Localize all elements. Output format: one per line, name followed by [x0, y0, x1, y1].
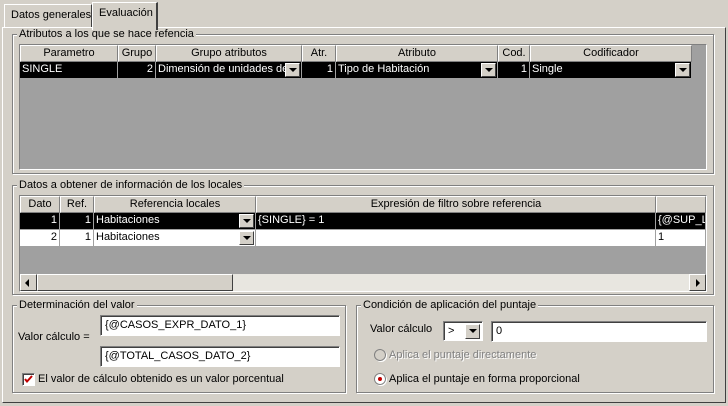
- chevron-down-icon[interactable]: [675, 63, 690, 77]
- horizontal-scrollbar[interactable]: [20, 274, 706, 291]
- cell-codificador-text: Single: [532, 63, 563, 75]
- cell-referencia-text: Habitaciones: [96, 214, 160, 226]
- chevron-down-icon[interactable]: [239, 231, 254, 245]
- table-row[interactable]: SINGLE 2 Dimensión de unidades de 1 Tipo…: [20, 62, 692, 79]
- header-dato[interactable]: Dato: [20, 196, 60, 213]
- operator-select[interactable]: >: [443, 321, 483, 341]
- header-expresion-filtro[interactable]: Expresión de filtro sobre referencia: [256, 196, 656, 213]
- percent-checkbox-label[interactable]: El valor de cálculo obtenido es un valor…: [38, 373, 284, 386]
- header-codificador[interactable]: Codificador: [530, 45, 692, 62]
- cell-referencia-text: Habitaciones: [96, 231, 160, 243]
- cell-atributo[interactable]: Tipo de Habitación: [336, 62, 498, 79]
- percent-checkbox[interactable]: [22, 373, 35, 386]
- condicion-group-title: Condición de aplicación del puntaje: [361, 299, 539, 312]
- cell-parametro[interactable]: SINGLE: [20, 62, 118, 79]
- condicion-value-input[interactable]: 0: [491, 321, 707, 342]
- cell-dato[interactable]: 1: [20, 213, 60, 230]
- header-extra[interactable]: [656, 196, 706, 213]
- header-atr[interactable]: Atr.: [302, 45, 336, 62]
- cell-expresion[interactable]: {SINGLE} = 1: [256, 213, 656, 230]
- cell-grupo-atributos[interactable]: Dimensión de unidades de: [156, 62, 302, 79]
- tab-label: Datos generales: [11, 9, 92, 21]
- locales-group: Datos a obtener de información de los lo…: [12, 179, 714, 295]
- locales-group-title: Datos a obtener de información de los lo…: [17, 179, 245, 192]
- tab-datos-generales[interactable]: Datos generales: [4, 4, 92, 27]
- table-row[interactable]: 1 1 Habitaciones {SINGLE} = 1 {@SUP_L: [20, 213, 706, 230]
- header-parametro[interactable]: Parametro: [20, 45, 118, 62]
- scrollbar-thumb[interactable]: [37, 274, 233, 291]
- header-grupo-atributos[interactable]: Grupo atributos: [156, 45, 302, 62]
- header-cod[interactable]: Cod.: [498, 45, 530, 62]
- cell-referencia[interactable]: Habitaciones: [94, 230, 256, 247]
- check-mark-icon: [24, 375, 33, 384]
- condicion-group: Condición de aplicación del puntaje Valo…: [356, 299, 714, 393]
- header-referencia-locales[interactable]: Referencia locales: [94, 196, 256, 213]
- tab-label: Evaluación: [99, 7, 153, 19]
- chevron-down-icon[interactable]: [465, 324, 480, 339]
- attributes-grid: Parametro Grupo Grupo atributos Atr. Atr…: [19, 44, 707, 170]
- cell-expresion[interactable]: [256, 230, 656, 247]
- header-grupo[interactable]: Grupo: [118, 45, 156, 62]
- determinacion-group-title: Determinación del valor: [17, 299, 137, 312]
- attributes-group: Atributos a los que se hace refencia Par…: [12, 28, 714, 174]
- table-row[interactable]: 2 1 Habitaciones 1: [20, 230, 706, 247]
- cell-codificador[interactable]: Single: [530, 62, 692, 79]
- scroll-right-arrow-icon[interactable]: [689, 274, 706, 291]
- operator-value: >: [448, 325, 455, 337]
- attributes-header-row: Parametro Grupo Grupo atributos Atr. Atr…: [20, 45, 692, 62]
- radio-direct[interactable]: [374, 349, 386, 361]
- condicion-valor-label: Valor cálculo: [370, 323, 433, 335]
- radio-proportional[interactable]: [374, 373, 386, 385]
- cell-extra[interactable]: 1: [656, 230, 706, 247]
- cell-dato[interactable]: 2: [20, 230, 60, 247]
- cell-cod[interactable]: 1: [498, 62, 530, 79]
- cell-atributo-text: Tipo de Habitación: [338, 63, 430, 75]
- locales-header-row: Dato Ref. Referencia locales Expresión d…: [20, 196, 706, 213]
- chevron-down-icon[interactable]: [239, 214, 254, 228]
- locales-grid: Dato Ref. Referencia locales Expresión d…: [19, 195, 707, 292]
- cell-ref[interactable]: 1: [60, 213, 94, 230]
- determinacion-group: Determinación del valor Valor cálculo = …: [12, 299, 346, 393]
- cell-referencia[interactable]: Habitaciones: [94, 213, 256, 230]
- header-ref[interactable]: Ref.: [60, 196, 94, 213]
- cell-atr[interactable]: 1: [302, 62, 336, 79]
- valor-calculo-label: Valor cálculo =: [18, 331, 90, 343]
- radio-proportional-label[interactable]: Aplica el puntaje en forma proporcional: [389, 373, 580, 386]
- cell-ref[interactable]: 1: [60, 230, 94, 247]
- header-atributo[interactable]: Atributo: [336, 45, 498, 62]
- chevron-down-icon[interactable]: [285, 63, 300, 77]
- scroll-left-arrow-icon[interactable]: [20, 274, 37, 291]
- cell-grupo-atributos-text: Dimensión de unidades de: [158, 63, 289, 75]
- radio-selected-dot-icon: [378, 377, 382, 381]
- cell-grupo[interactable]: 2: [118, 62, 156, 79]
- numerator-input[interactable]: {@CASOS_EXPR_DATO_1}: [100, 315, 340, 336]
- radio-direct-label[interactable]: Aplica el puntaje directamente: [389, 349, 536, 362]
- tab-evaluacion[interactable]: Evaluación: [92, 2, 158, 30]
- cell-extra[interactable]: {@SUP_L: [656, 213, 706, 230]
- chevron-down-icon[interactable]: [481, 63, 496, 77]
- denominator-input[interactable]: {@TOTAL_CASOS_DATO_2}: [100, 346, 340, 367]
